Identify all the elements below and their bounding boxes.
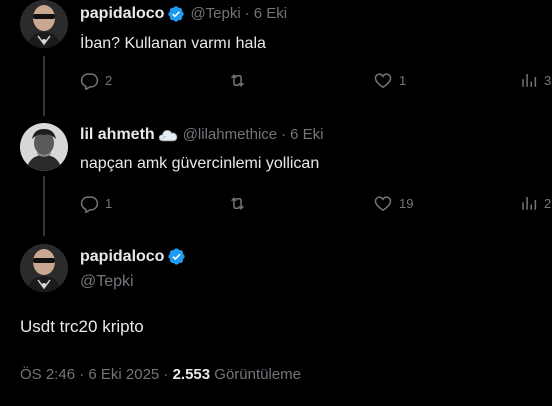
verified-badge-icon <box>167 247 186 266</box>
reply-button[interactable]: 2 <box>80 71 112 90</box>
display-name[interactable]: papidaloco <box>80 248 164 266</box>
reply-count: 2 <box>105 73 113 88</box>
tweet-text: napçan amk güvercinlemi yollican <box>80 155 320 172</box>
action-bar: 1 19 2 <box>80 194 552 214</box>
tweet-timestamp[interactable]: ÖS 2:46 · 6 Eki 2025 · <box>20 366 173 383</box>
tweet-header: papidaloco @Tepki · 6 Eki <box>80 4 287 24</box>
like-count: 1 <box>399 73 407 88</box>
like-count: 19 <box>399 196 414 211</box>
like-button[interactable]: 1 <box>373 71 406 90</box>
user-handle[interactable]: @Tepki <box>190 4 240 24</box>
like-icon <box>374 73 392 89</box>
display-name[interactable]: papidaloco <box>80 4 164 24</box>
tweet-time[interactable]: 6 Eki <box>254 4 287 24</box>
views-icon <box>522 197 537 210</box>
reply-count: 1 <box>105 196 113 211</box>
separator-dot: · <box>281 126 287 143</box>
tweet-header: lil ahmeth @lilahmethice · 6 Eki <box>80 125 323 145</box>
user-handle[interactable]: @lilahmethice <box>183 125 277 145</box>
avatar[interactable] <box>20 123 68 171</box>
reply-button[interactable]: 1 <box>80 194 112 213</box>
separator-dot: · <box>244 5 250 22</box>
views-button[interactable]: 3 <box>520 71 551 89</box>
like-button[interactable]: 19 <box>373 194 413 213</box>
retweet-icon <box>231 197 244 210</box>
views-count: 2 <box>544 195 552 211</box>
avatar[interactable] <box>20 0 68 48</box>
retweet-button[interactable] <box>227 194 254 213</box>
verified-badge-icon <box>167 5 185 23</box>
reply-icon <box>80 73 99 90</box>
thread-line <box>43 56 45 116</box>
cloud-emoji-icon <box>158 127 178 143</box>
views-count: 2.553 <box>172 366 211 383</box>
like-icon <box>374 196 392 212</box>
tweet-text: İban? Kullanan varmı hala <box>80 35 266 52</box>
user-handle[interactable]: @Tepki <box>80 273 134 291</box>
tweet-thread: papidaloco @Tepki · 6 Eki İban? Kullanan… <box>0 0 552 406</box>
views-count: 3 <box>544 72 552 88</box>
action-bar: 2 1 3 <box>80 71 552 91</box>
views-button[interactable]: 2 <box>520 194 551 212</box>
tweet-text: Usdt trc20 kripto <box>20 317 144 336</box>
reply-icon <box>80 196 99 213</box>
retweet-icon <box>231 74 244 87</box>
tweet-time[interactable]: 6 Eki <box>290 125 323 145</box>
tweet-header: papidaloco <box>80 247 191 266</box>
display-name[interactable]: lil ahmeth <box>80 125 155 145</box>
avatar[interactable] <box>20 244 68 292</box>
retweet-button[interactable] <box>227 71 254 90</box>
tweet-meta: ÖS 2:46 · 6 Eki 2025 · 2.553 Görüntüleme <box>20 366 301 383</box>
views-label: Görüntüleme <box>210 366 302 383</box>
thread-line <box>43 176 45 236</box>
views-icon <box>522 74 537 87</box>
